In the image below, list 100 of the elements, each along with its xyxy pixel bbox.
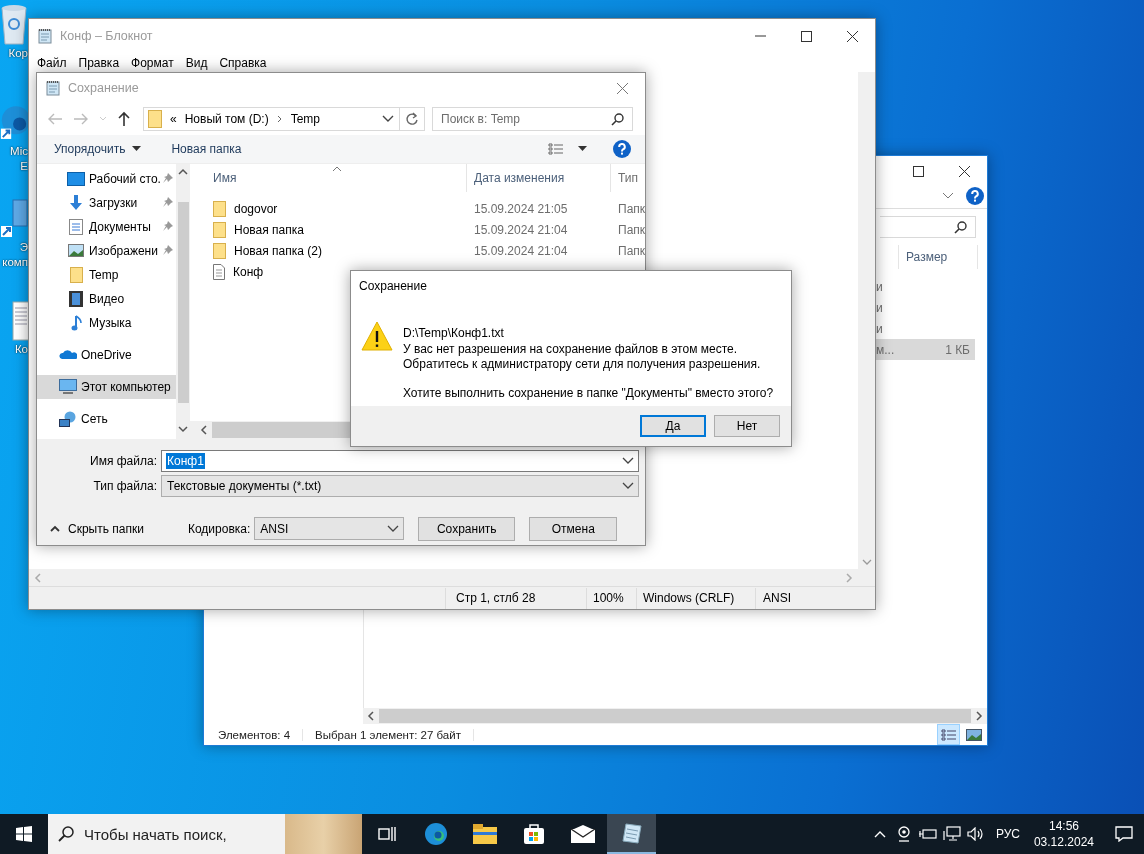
search-icon [58, 826, 74, 842]
cancel-button[interactable]: Отмена [529, 516, 618, 541]
column-header[interactable]: Дата изменения [467, 163, 611, 192]
notifications-icon[interactable] [1115, 826, 1133, 842]
scroll-up-icon[interactable] [178, 167, 189, 176]
shopping-bag-icon[interactable] [522, 823, 545, 845]
computer-shortcut-icon[interactable] [0, 198, 29, 240]
scroll-right-icon[interactable] [975, 711, 983, 721]
folder-icon [213, 201, 226, 217]
column-header[interactable]: Тип [611, 163, 645, 192]
chevron-down-icon[interactable] [387, 524, 400, 533]
search-field[interactable]: Чтобы начать поиск, [48, 814, 285, 854]
status-text: Windows (CRLF) [636, 587, 755, 609]
file-name[interactable]: Конф [233, 265, 264, 279]
nav-item[interactable]: Изображени [37, 238, 177, 263]
desktop-icon-label: Кор [8, 46, 28, 61]
webcam-icon[interactable] [896, 826, 911, 842]
breadcrumb-item[interactable]: Temp [290, 112, 321, 127]
file-name[interactable]: Новая папка (2) [234, 244, 322, 258]
help-icon[interactable] [966, 187, 984, 205]
desktop-icon [67, 171, 85, 186]
caret-icon[interactable] [578, 146, 587, 152]
windows-logo-icon[interactable] [16, 826, 32, 842]
file-name[interactable]: Новая папка [234, 223, 304, 237]
scroll-down-icon[interactable] [178, 424, 189, 433]
yes-button[interactable]: Да [640, 415, 706, 437]
search-field[interactable] [880, 216, 976, 238]
up-arrow-icon[interactable] [117, 111, 131, 128]
recycle-bin-icon[interactable] [0, 4, 29, 46]
breadcrumb-item[interactable]: Новый том (D:) [184, 112, 269, 127]
search-field[interactable]: Поиск в: Temp [432, 107, 633, 132]
hide-folders-button[interactable]: Скрыть папки [50, 521, 144, 536]
language-indicator[interactable]: РУС [995, 827, 1020, 841]
menu-item[interactable]: Правка [72, 55, 126, 70]
menu-item[interactable]: Файл [31, 55, 73, 70]
file-name[interactable]: dogovor [234, 202, 278, 216]
chevron-down-icon[interactable] [382, 115, 394, 124]
refresh-icon[interactable] [405, 112, 419, 127]
organize-button[interactable]: Упорядочить [54, 142, 142, 156]
vertical-scrollbar[interactable] [858, 72, 875, 569]
maximize-icon[interactable] [800, 30, 812, 42]
no-button[interactable]: Нет [714, 415, 780, 437]
chevron-up-icon[interactable] [50, 525, 60, 532]
encoding-dropdown[interactable]: ANSI [254, 517, 405, 540]
close-icon[interactable] [846, 30, 858, 42]
network-icon[interactable] [942, 826, 961, 842]
help-icon[interactable] [613, 140, 631, 158]
filetype-dropdown[interactable]: Текстовые документы (*.txt) [161, 475, 639, 497]
search-icon [954, 220, 967, 234]
minimize-icon[interactable] [754, 35, 766, 37]
chevron-down-icon[interactable] [622, 482, 634, 490]
horizontal-scrollbar[interactable] [363, 708, 987, 724]
pin-icon[interactable] [162, 173, 174, 184]
notepad-taskbar-button[interactable] [607, 814, 656, 854]
nav-item[interactable]: Temp [37, 262, 177, 287]
vertical-scrollbar[interactable] [176, 163, 190, 439]
folder-icon [69, 266, 83, 283]
task-view-icon[interactable] [377, 826, 396, 842]
folder-icon[interactable] [472, 824, 497, 844]
nav-item[interactable]: Рабочий сто. [37, 166, 177, 191]
column-header[interactable]: Имя [190, 163, 467, 192]
menu-item[interactable]: Справка [213, 55, 273, 70]
nav-item[interactable]: Загрузки [37, 190, 177, 215]
breadcrumb-overflow[interactable]: « [170, 112, 177, 127]
nav-item[interactable]: Документы [37, 214, 177, 239]
menu-item[interactable]: Формат [125, 55, 180, 70]
column-header[interactable]: Размер [898, 245, 978, 269]
clock-time[interactable]: 14:56 [1048, 818, 1079, 834]
desktop-icon-label: Ко [14, 342, 28, 357]
view-options-icon[interactable] [548, 143, 564, 155]
clock-date[interactable]: 03.12.2024 [1033, 834, 1094, 850]
pin-icon[interactable] [162, 221, 174, 232]
envelope-icon[interactable] [570, 825, 595, 843]
notepad-icon [45, 80, 61, 96]
close-icon[interactable] [958, 165, 970, 177]
address-bar[interactable]: « Новый том (D:) Temp [143, 107, 425, 132]
caret-icon[interactable] [132, 146, 142, 152]
scroll-left-icon[interactable] [367, 711, 375, 721]
nav-item[interactable]: Сеть [37, 406, 177, 431]
browser-icon[interactable] [423, 822, 448, 846]
computer-icon [59, 379, 77, 394]
volume-icon[interactable] [966, 827, 985, 841]
table-cell: Папк [618, 244, 646, 258]
scroll-left-icon[interactable] [200, 424, 208, 435]
filename-combobox[interactable]: Конф1 [161, 450, 639, 472]
chevron-down-icon[interactable] [942, 192, 954, 200]
pin-icon[interactable] [162, 245, 174, 256]
chevron-down-icon[interactable] [622, 457, 634, 465]
pin-icon[interactable] [162, 197, 174, 208]
nav-item[interactable]: OneDrive [37, 342, 177, 367]
nav-item[interactable]: Этот компьютер [37, 374, 177, 399]
battery-icon[interactable] [918, 828, 937, 840]
nav-item[interactable]: Музыка [37, 310, 177, 335]
new-folder-button[interactable]: Новая папка [171, 142, 242, 156]
notepad-icon[interactable] [620, 822, 643, 844]
save-button[interactable]: Сохранить [418, 516, 516, 541]
menu-item[interactable]: Вид [179, 55, 214, 70]
maximize-icon[interactable] [912, 165, 924, 177]
chevron-right-icon[interactable] [276, 115, 283, 124]
nav-item[interactable]: Видео [37, 286, 177, 311]
